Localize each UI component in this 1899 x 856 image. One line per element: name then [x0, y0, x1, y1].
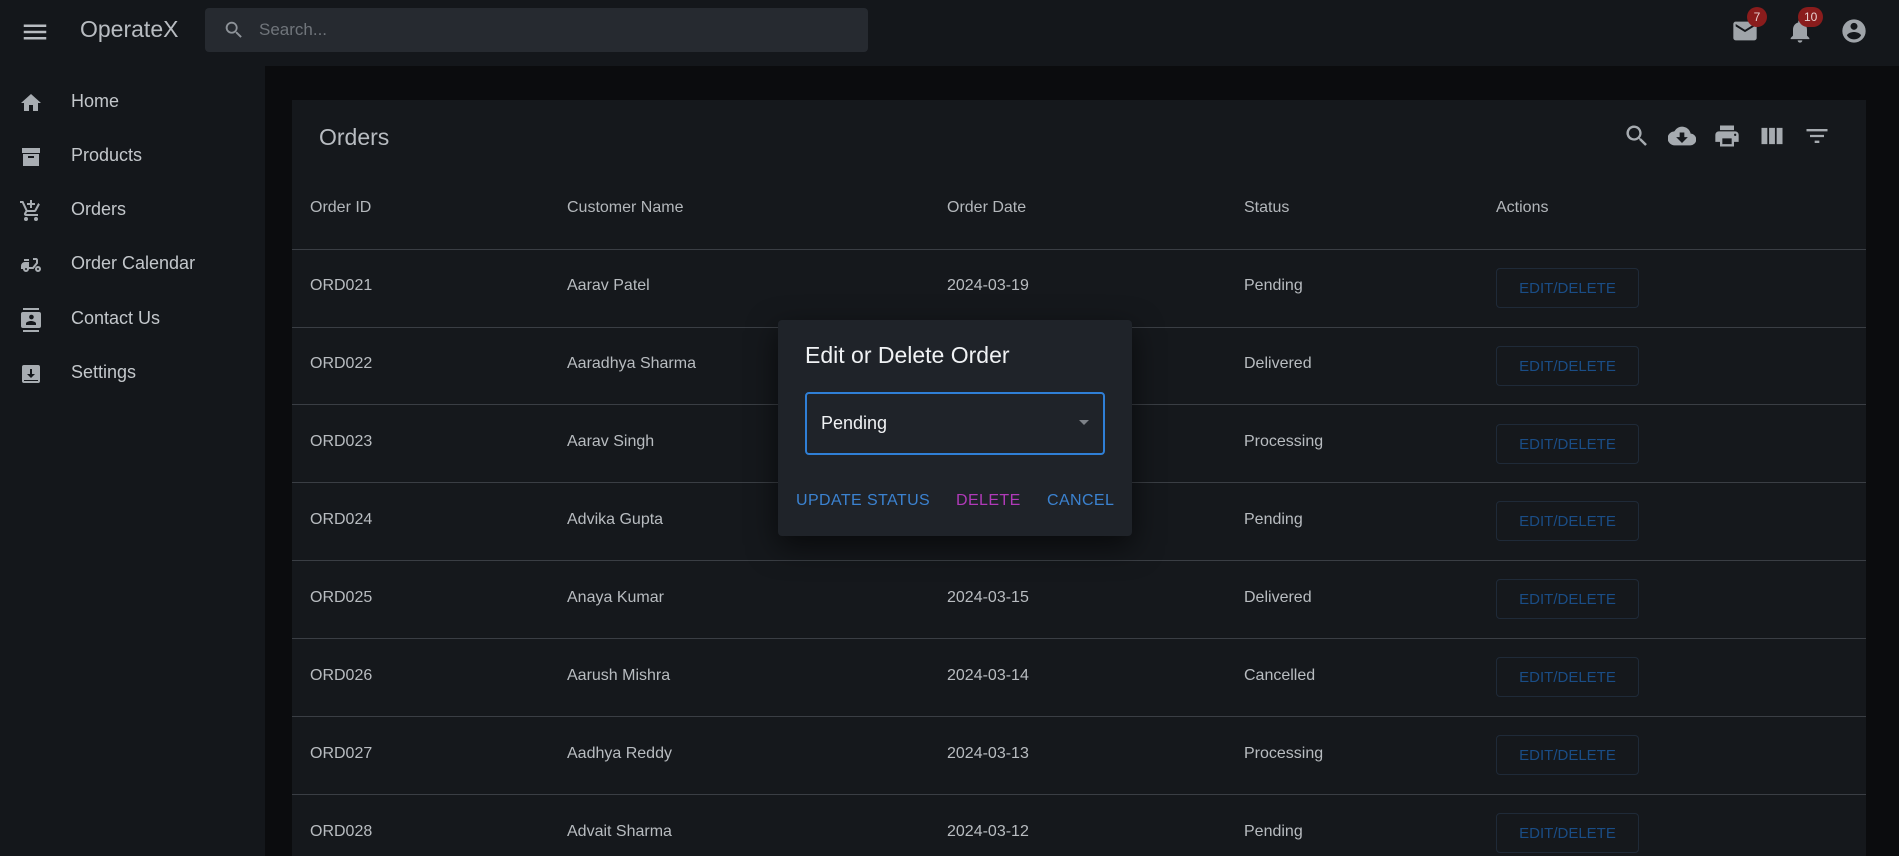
customer-name: Aarav Patel — [567, 277, 650, 294]
order-date: 2024-03-12 — [947, 823, 1029, 840]
search-input[interactable] — [259, 8, 859, 52]
sidebar-item-label: Contact Us — [71, 308, 161, 328]
sidebar-item-settings[interactable]: Settings — [0, 349, 265, 399]
column-header-customer-name[interactable]: Customer Name — [567, 199, 683, 217]
column-header-actions: Actions — [1496, 199, 1549, 216]
customer-name: Aarush Mishra — [567, 667, 671, 684]
order-id: ORD025 — [310, 589, 373, 606]
home-icon — [19, 91, 43, 115]
column-header-status[interactable]: Status — [1244, 199, 1289, 217]
account-icon[interactable] — [1840, 17, 1868, 45]
download-box-icon — [19, 362, 43, 386]
notifications-icon[interactable]: 10 — [1786, 7, 1824, 45]
cloud-download-icon[interactable] — [1667, 122, 1697, 150]
cancel-button[interactable]: CANCEL — [1047, 492, 1114, 510]
order-id: ORD022 — [310, 355, 373, 372]
sidebar-item-label: Settings — [71, 362, 137, 382]
sidebar: Home Products Orders Order Calendar Cont… — [0, 66, 265, 856]
sidebar-item-label: Home — [71, 91, 120, 111]
edit-delete-button[interactable]: EDIT/DELETE — [1496, 501, 1639, 541]
sidebar-item-orders[interactable]: Orders — [0, 186, 265, 236]
sidebar-item-home[interactable]: Home — [0, 78, 265, 128]
app-title: OperateX — [80, 16, 179, 42]
order-date: 2024-03-19 — [947, 277, 1029, 294]
cart-icon — [19, 199, 43, 223]
order-id: ORD021 — [310, 277, 373, 294]
column-header-order-id[interactable]: Order ID — [310, 199, 371, 217]
order-status: Pending — [1244, 823, 1303, 840]
search-icon[interactable] — [1623, 122, 1651, 150]
order-date: 2024-03-15 — [947, 589, 1029, 606]
edit-delete-button[interactable]: EDIT/DELETE — [1496, 579, 1639, 619]
divider — [292, 638, 1866, 639]
sidebar-item-label: Products — [71, 145, 143, 165]
scooter-icon — [19, 253, 43, 277]
menu-icon[interactable] — [20, 17, 50, 47]
edit-order-dialog: Edit or Delete Order Pending UPDATE STAT… — [778, 320, 1132, 536]
edit-delete-button[interactable]: EDIT/DELETE — [1496, 735, 1639, 775]
column-header-order-date[interactable]: Order Date — [947, 199, 1026, 217]
mail-icon[interactable]: 7 — [1731, 7, 1767, 45]
order-status: Processing — [1244, 433, 1324, 450]
edit-delete-button[interactable]: EDIT/DELETE — [1496, 424, 1639, 464]
contact-card-icon — [19, 308, 43, 332]
delete-button[interactable]: DELETE — [956, 492, 1021, 510]
status-select-value: Pending — [821, 413, 888, 433]
customer-name: Anaya Kumar — [567, 589, 664, 606]
mail-badge: 7 — [1747, 7, 1767, 27]
order-status: Processing — [1244, 745, 1324, 762]
divider — [292, 716, 1866, 717]
update-status-button[interactable]: UPDATE STATUS — [796, 492, 930, 510]
chevron-down-icon — [1079, 420, 1089, 425]
customer-name: Advika Gupta — [567, 511, 664, 528]
customer-name: Advait Sharma — [567, 823, 672, 840]
sidebar-item-label: Order Calendar — [71, 253, 196, 273]
search-icon — [223, 19, 245, 41]
order-status: Delivered — [1244, 355, 1312, 372]
edit-delete-button[interactable]: EDIT/DELETE — [1496, 813, 1639, 853]
print-icon[interactable] — [1713, 122, 1741, 150]
order-id: ORD026 — [310, 667, 373, 684]
archive-icon — [19, 145, 43, 169]
edit-delete-button[interactable]: EDIT/DELETE — [1496, 657, 1639, 697]
divider — [292, 249, 1866, 250]
edit-delete-button[interactable]: EDIT/DELETE — [1496, 346, 1639, 386]
order-status: Pending — [1244, 511, 1303, 528]
order-date: 2024-03-14 — [947, 667, 1029, 684]
view-columns-icon[interactable] — [1758, 122, 1786, 150]
sidebar-item-label: Orders — [71, 199, 127, 219]
order-status: Delivered — [1244, 589, 1312, 606]
order-date: 2024-03-13 — [947, 745, 1029, 762]
order-status: Pending — [1244, 277, 1303, 294]
sidebar-item-contact-us[interactable]: Contact Us — [0, 295, 265, 345]
filter-icon[interactable] — [1803, 122, 1831, 150]
dialog-title: Edit or Delete Order — [805, 342, 1010, 368]
status-select[interactable]: Pending — [805, 392, 1105, 455]
order-id: ORD024 — [310, 511, 373, 528]
divider — [292, 560, 1866, 561]
divider — [292, 794, 1866, 795]
page-title: Orders — [319, 124, 390, 150]
order-status: Cancelled — [1244, 667, 1316, 684]
customer-name: Aadhya Reddy — [567, 745, 672, 762]
customer-name: Aarav Singh — [567, 433, 655, 450]
notifications-badge: 10 — [1798, 7, 1824, 27]
customer-name: Aaradhya Sharma — [567, 355, 696, 372]
order-id: ORD028 — [310, 823, 373, 840]
top-app-bar: OperateX 7 10 — [0, 0, 1899, 66]
sidebar-item-products[interactable]: Products — [0, 132, 265, 182]
order-id: ORD023 — [310, 433, 373, 450]
order-id: ORD027 — [310, 745, 373, 762]
search-bar — [205, 8, 868, 52]
edit-delete-button[interactable]: EDIT/DELETE — [1496, 268, 1639, 308]
sidebar-item-order-calendar[interactable]: Order Calendar — [0, 240, 265, 290]
